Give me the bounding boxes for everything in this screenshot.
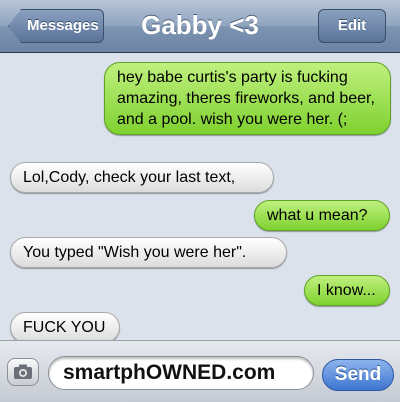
camera-glyph bbox=[14, 364, 32, 379]
outgoing-message-bubble: hey babe curtis's party is fucking amazi… bbox=[104, 62, 391, 135]
edit-button[interactable]: Edit bbox=[318, 9, 386, 43]
camera-icon[interactable] bbox=[7, 358, 39, 386]
message-thread: hey babe curtis's party is fucking amazi… bbox=[0, 54, 400, 343]
incoming-message-bubble: Lol,Cody, check your last text, bbox=[10, 162, 274, 193]
send-button[interactable]: Send bbox=[322, 359, 394, 391]
outgoing-message-bubble: what u mean? bbox=[254, 200, 390, 231]
incoming-message-bubble: FUCK YOU bbox=[10, 312, 120, 343]
incoming-message-bubble: You typed "Wish you were her". bbox=[10, 237, 287, 268]
message-composer-bar: smartphOWNED.com Send bbox=[0, 340, 400, 402]
outgoing-message-bubble: I know... bbox=[304, 275, 390, 306]
navigation-bar: Messages Gabby <3 Edit bbox=[0, 0, 400, 53]
message-input-field[interactable]: smartphOWNED.com bbox=[48, 356, 314, 390]
